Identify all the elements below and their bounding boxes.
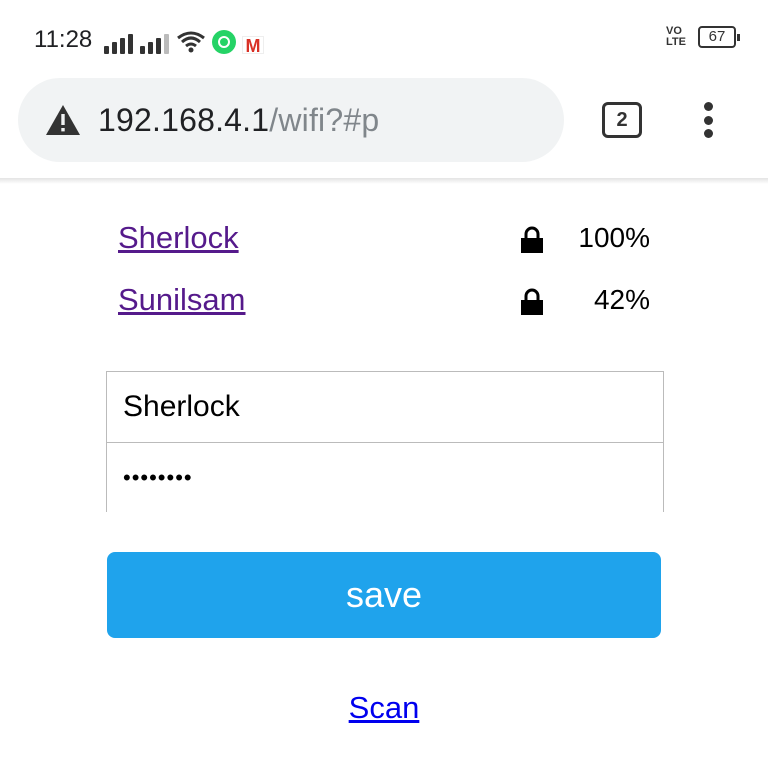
lock-icon [521, 288, 543, 315]
credentials-form: Sherlock •••••••• [106, 371, 664, 512]
signal-strength-icon [104, 32, 134, 54]
signal-strength-text: 42% [593, 284, 650, 315]
url-host: 192.168.4.1 [98, 101, 270, 138]
address-bar[interactable]: 192.168.4.1/wifi?#p [18, 78, 564, 162]
tab-switcher-button[interactable]: 2 [602, 102, 642, 138]
volte-icon: VO LTE [666, 25, 686, 48]
status-icons: M [104, 24, 264, 55]
gmail-icon: M [242, 36, 264, 55]
more-options-icon[interactable] [700, 98, 716, 142]
network-link-sunilsam[interactable]: Sunilsam [118, 282, 246, 318]
url-text[interactable]: 192.168.4.1/wifi?#p [98, 102, 379, 139]
lock-icon [521, 226, 543, 253]
scan-link[interactable]: Scan [349, 690, 420, 725]
network-link-sherlock[interactable]: Sherlock [118, 220, 239, 256]
save-button[interactable]: save [107, 552, 661, 638]
ssid-input[interactable]: Sherlock [107, 372, 663, 442]
password-input[interactable]: •••••••• [107, 442, 663, 512]
network-row: Sunilsam 42% [118, 282, 658, 322]
url-path: /wifi?#p [269, 101, 380, 138]
whatsapp-icon [212, 30, 236, 54]
network-row: Sherlock 100% [118, 220, 658, 260]
signal-strength-icon-2 [140, 32, 170, 54]
status-bar: 11:28 M VO LTE 67 [0, 0, 768, 78]
status-right: VO LTE 67 [666, 25, 740, 48]
wifi-icon [177, 31, 205, 53]
browser-toolbar: 192.168.4.1/wifi?#p 2 [0, 78, 768, 178]
scan-link-container: Scan [0, 690, 768, 726]
warning-triangle-icon[interactable] [44, 103, 82, 137]
battery-icon: 67 [698, 26, 740, 48]
status-time: 11:28 [34, 26, 93, 53]
toolbar-shadow [0, 178, 768, 184]
signal-strength-text: 100% [578, 222, 650, 253]
